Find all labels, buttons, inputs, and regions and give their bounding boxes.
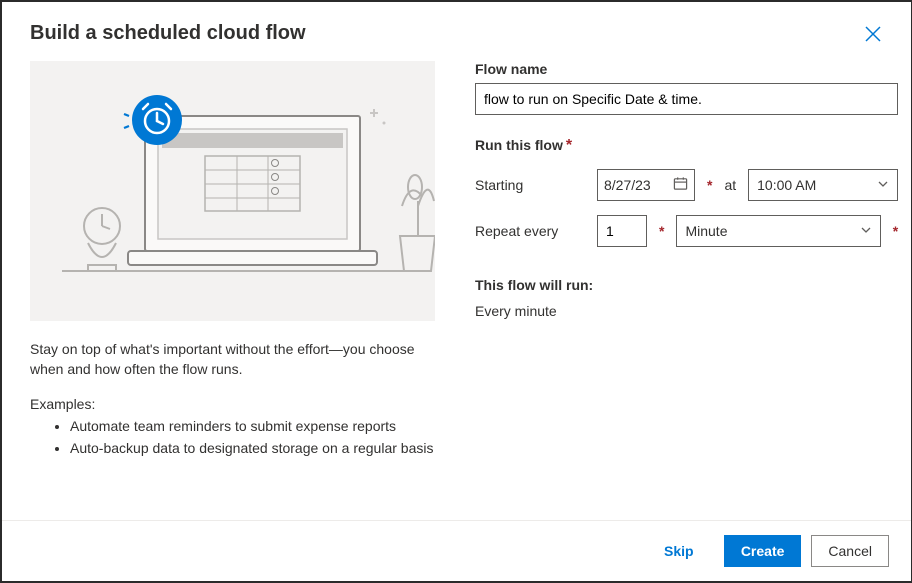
left-column: Stay on top of what's important without … <box>30 61 435 460</box>
starting-label: Starting <box>475 177 585 193</box>
starting-time-value: 10:00 AM <box>757 177 816 193</box>
close-button[interactable] <box>863 24 883 44</box>
cancel-button[interactable]: Cancel <box>811 535 889 567</box>
example-item: Auto-backup data to designated storage o… <box>70 438 435 458</box>
illustration <box>30 61 435 321</box>
skip-button[interactable]: Skip <box>644 535 714 567</box>
dialog-footer: Skip Create Cancel <box>2 520 911 581</box>
required-indicator: * <box>563 137 572 154</box>
example-item: Automate team reminders to submit expens… <box>70 416 435 436</box>
right-column: Flow name Run this flow* Starting 8/27/2… <box>475 61 898 460</box>
starting-date-picker[interactable]: 8/27/23 <box>597 169 695 201</box>
close-icon <box>865 26 881 42</box>
create-button[interactable]: Create <box>724 535 802 567</box>
required-indicator: * <box>707 177 712 193</box>
run-this-flow-label: Run this flow <box>475 137 563 153</box>
dialog-content: Stay on top of what's important without … <box>2 53 911 468</box>
dialog-title: Build a scheduled cloud flow <box>30 22 306 45</box>
examples-label: Examples: <box>30 396 435 412</box>
chevron-down-icon <box>877 177 889 193</box>
flow-name-label: Flow name <box>475 61 898 77</box>
chevron-down-icon <box>860 223 872 239</box>
run-this-flow-section: Run this flow* Starting 8/27/23 * at 10:… <box>475 137 898 247</box>
examples-list: Automate team reminders to submit expens… <box>30 416 435 459</box>
run-summary-value: Every minute <box>475 303 898 319</box>
starting-time-select[interactable]: 10:00 AM <box>748 169 898 201</box>
repeat-unit-select[interactable]: Minute <box>676 215 880 247</box>
run-summary-label: This flow will run: <box>475 277 898 293</box>
required-indicator: * <box>659 223 664 239</box>
starting-date-value: 8/27/23 <box>604 177 651 193</box>
required-indicator: * <box>893 223 898 239</box>
at-label: at <box>724 177 736 193</box>
repeat-unit-value: Minute <box>685 223 727 239</box>
flow-name-input[interactable] <box>475 83 898 115</box>
repeat-label: Repeat every <box>475 223 585 239</box>
calendar-icon <box>673 176 688 194</box>
description-text: Stay on top of what's important without … <box>30 339 435 380</box>
starting-row: Starting 8/27/23 * at 10:00 AM <box>475 169 898 201</box>
scheduled-flow-dialog: Build a scheduled cloud flow <box>0 0 912 583</box>
repeat-count-input[interactable] <box>597 215 647 247</box>
schedule-illustration <box>30 61 435 321</box>
dialog-header: Build a scheduled cloud flow <box>2 2 911 53</box>
repeat-row: Repeat every * Minute * <box>475 215 898 247</box>
